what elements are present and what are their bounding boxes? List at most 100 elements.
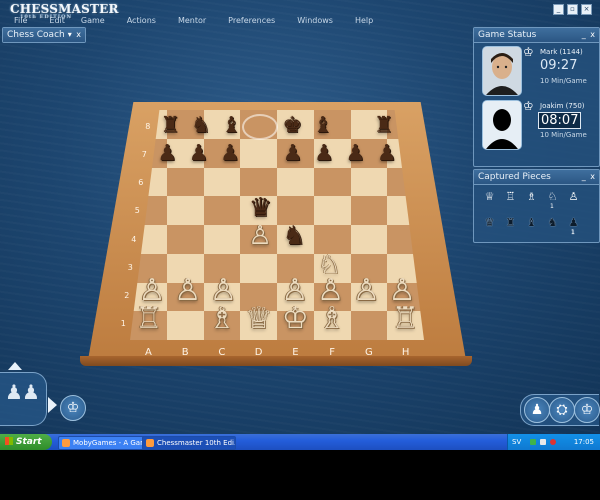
board-square[interactable] — [350, 167, 388, 197]
white-pawn-g2[interactable]: ♙ — [353, 275, 380, 306]
king-menu-button[interactable]: ♔ — [574, 397, 600, 423]
black-bishop-f8[interactable]: ♝ — [313, 114, 333, 137]
rank-label: 3 — [127, 262, 133, 272]
captured-piece-icon: ♖ — [503, 190, 518, 203]
board-square[interactable] — [350, 225, 388, 254]
menu-mentor[interactable]: Mentor — [178, 16, 206, 28]
black-pawn-c7[interactable]: ♟ — [220, 143, 240, 165]
menu-preferences[interactable]: Preferences — [228, 16, 275, 28]
rank-label: 6 — [138, 178, 144, 188]
pawn-icon[interactable]: ♟ — [22, 380, 40, 404]
menu-actions[interactable]: Actions — [127, 16, 156, 28]
volume-icon[interactable] — [540, 439, 546, 445]
taskbar-item[interactable]: MobyGames - A Gam... — [58, 436, 146, 450]
black-pawn-g7[interactable]: ♟ — [346, 143, 366, 165]
captured-piece-icon: ♛ — [482, 216, 497, 229]
board-square[interactable] — [350, 311, 388, 340]
black-knight-b8[interactable]: ♞ — [191, 114, 211, 137]
chess-coach-controls[interactable]: ▾ x — [68, 28, 82, 42]
white-king-e1[interactable]: ♔ — [282, 303, 309, 334]
start-button[interactable]: Start — [0, 434, 52, 450]
board-square[interactable] — [166, 167, 204, 197]
board-square[interactable] — [166, 225, 204, 254]
player-black: ♔ Joakim (750) 08:07 10 Min/Game — [478, 100, 594, 152]
black-pawn-b7[interactable]: ♟ — [189, 143, 209, 165]
file-label: G — [365, 347, 373, 358]
captured-white-row: ♕ ♖ ♗ ♘ 1 ♙ — [482, 190, 581, 210]
captured-piece-icon: ♕ — [482, 190, 497, 203]
black-knight-e4[interactable]: ♞ — [282, 223, 305, 249]
windows-logo-icon — [5, 437, 13, 445]
captured-piece-glyph: ♞ — [547, 216, 558, 229]
security-icon[interactable] — [550, 439, 556, 445]
taskbar-item[interactable]: Chessmaster 10th Edi... — [142, 436, 236, 450]
restore-icon[interactable]: ▫ — [567, 4, 578, 15]
minimize-icon[interactable]: _ — [553, 4, 564, 15]
white-queen-d1[interactable]: ♕ — [245, 303, 272, 334]
black-rook-a8[interactable]: ♜ — [160, 114, 180, 137]
white-rook-h1[interactable]: ♖ — [392, 303, 419, 334]
board-square[interactable] — [240, 138, 277, 168]
rank-label: 5 — [134, 206, 140, 216]
options-button[interactable]: ⛭ — [549, 397, 575, 423]
menu-help[interactable]: Help — [355, 16, 373, 28]
pawn-button[interactable]: ♟ — [524, 397, 550, 423]
chess-coach-title[interactable]: Chess Coach ▾ x — [3, 28, 85, 42]
chess-coach-panel: Chess Coach ▾ x — [2, 27, 86, 43]
black-pawn-h7[interactable]: ♟ — [377, 143, 397, 165]
white-rook-a1[interactable]: ♖ — [135, 303, 162, 334]
captured-piece-glyph: ♘ — [547, 190, 558, 203]
selected-square-marker — [242, 114, 278, 140]
board-square[interactable] — [277, 167, 314, 197]
black-pawn-f7[interactable]: ♟ — [314, 143, 334, 165]
captured-piece-glyph: ♖ — [505, 190, 516, 203]
player-white: ♔ Mark (1144) 09:27 10 Min/Game — [478, 46, 594, 98]
captured-piece-icon: ♞ — [545, 216, 560, 229]
board-square[interactable] — [240, 167, 277, 197]
board-square[interactable] — [350, 196, 388, 225]
windows-taskbar: Start MobyGames - A Gam... Chessmaster 1… — [0, 434, 600, 450]
captured-pieces-title: Captured Pieces _ x — [474, 170, 599, 185]
start-label: Start — [16, 437, 42, 447]
board-square[interactable] — [313, 167, 351, 197]
white-bishop-f1[interactable]: ♗ — [318, 303, 345, 334]
dock-expand-arrow-icon[interactable] — [8, 362, 22, 370]
captured-count: 1 — [571, 229, 575, 236]
white-bishop-c1[interactable]: ♗ — [209, 303, 236, 334]
black-pawn-a7[interactable]: ♟ — [157, 143, 177, 165]
player-avatar-silhouette — [482, 100, 522, 150]
captured-piece-icon: ♜ — [503, 216, 518, 229]
board-square[interactable] — [166, 196, 204, 225]
board-square[interactable] — [166, 311, 204, 340]
language-indicator[interactable]: SV — [512, 434, 521, 450]
captured-pieces-controls[interactable]: _ x — [582, 170, 596, 184]
system-tray: SV 17:05 — [507, 434, 600, 450]
captured-piece-glyph: ♟ — [568, 216, 579, 229]
white-pawn-d4[interactable]: ♙ — [248, 223, 271, 249]
black-bishop-c8[interactable]: ♝ — [221, 114, 241, 137]
board-square[interactable] — [203, 196, 241, 225]
black-king-e8[interactable]: ♚ — [282, 114, 302, 137]
white-king-icon: ♔ — [523, 45, 534, 59]
close-icon[interactable]: × — [581, 4, 592, 15]
rank-label: 7 — [141, 150, 147, 160]
rank-label: 1 — [120, 318, 126, 328]
board-square[interactable] — [240, 253, 277, 283]
board-square[interactable] — [203, 225, 241, 254]
network-icon[interactable] — [530, 439, 536, 445]
menu-windows[interactable]: Windows — [297, 16, 333, 28]
captured-piece-glyph: ♕ — [484, 190, 495, 203]
board-square[interactable] — [203, 167, 241, 197]
black-pawn-e7[interactable]: ♟ — [283, 143, 303, 165]
king-button[interactable]: ♔ — [60, 395, 86, 421]
black-queen-d5[interactable]: ♛ — [249, 195, 272, 221]
game-status-controls[interactable]: _ x — [582, 28, 596, 42]
board-square[interactable] — [313, 196, 351, 225]
captured-piece-glyph: ♙ — [568, 190, 579, 203]
black-rook-h8[interactable]: ♜ — [374, 114, 394, 137]
pawn-icon[interactable]: ♟ — [5, 380, 23, 404]
white-pawn-b2[interactable]: ♙ — [174, 275, 201, 306]
captured-count: 1 — [550, 203, 554, 210]
dock-play-arrow-icon[interactable] — [48, 397, 57, 413]
player-avatar-photo — [482, 46, 522, 96]
